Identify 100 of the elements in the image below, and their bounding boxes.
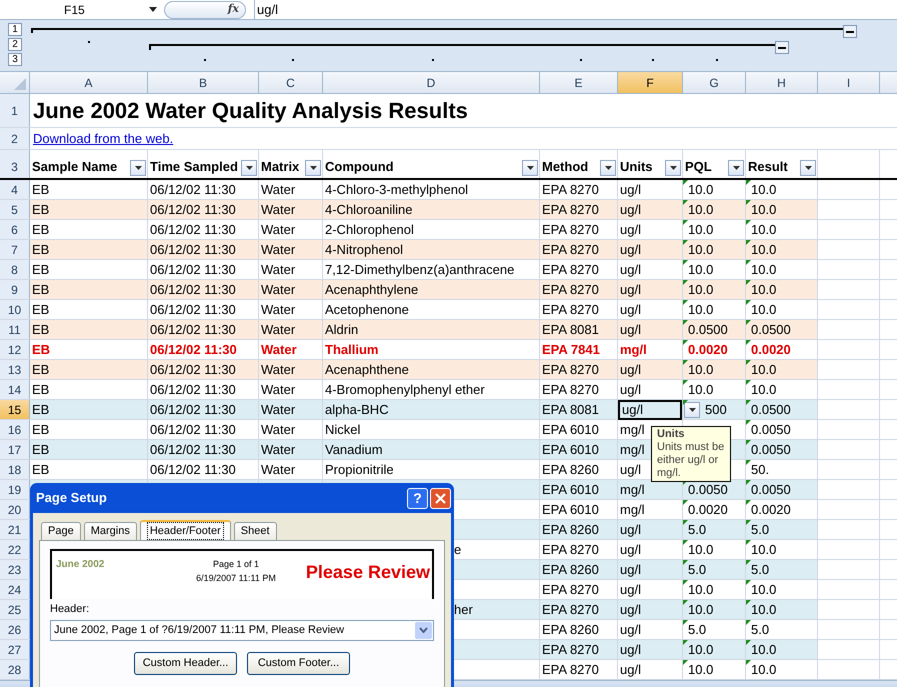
dialog-tab[interactable]: Header/Footer bbox=[140, 520, 231, 540]
row-header[interactable]: 1 bbox=[0, 94, 30, 127]
row-header[interactable]: 8 bbox=[0, 260, 30, 279]
table-cell-text: 10.0 bbox=[688, 201, 714, 220]
column-header[interactable]: F bbox=[618, 72, 683, 93]
outline-level-button[interactable]: 2 bbox=[8, 38, 22, 51]
row-header[interactable]: 26 bbox=[0, 620, 30, 639]
column-header[interactable]: A bbox=[30, 72, 148, 93]
row-header[interactable]: 7 bbox=[0, 240, 30, 259]
row-header[interactable]: 13 bbox=[0, 360, 30, 379]
formula-field[interactable]: ug/l bbox=[254, 0, 897, 19]
row-header[interactable]: 23 bbox=[0, 560, 30, 579]
table-cell-text: EPA 8270 bbox=[541, 541, 599, 560]
table-cell-text: EPA 8270 bbox=[541, 221, 599, 240]
filter-button[interactable] bbox=[600, 160, 616, 176]
row-header[interactable]: 22 bbox=[0, 540, 30, 559]
dialog-tab[interactable]: Page bbox=[41, 522, 81, 540]
table-cell-text: ug/l bbox=[619, 661, 641, 680]
column-title: Time Sampled bbox=[150, 158, 238, 176]
filter-button[interactable] bbox=[241, 160, 257, 176]
table-cell-text: 10.0 bbox=[751, 581, 776, 600]
row-header[interactable]: 3 bbox=[0, 150, 30, 178]
row-header[interactable]: 15 bbox=[0, 400, 30, 419]
table-cell-text: Thallium bbox=[324, 341, 378, 360]
table-cell-text: 0.0500 bbox=[751, 321, 791, 340]
row-header[interactable]: 9 bbox=[0, 280, 30, 299]
row-header[interactable]: 10 bbox=[0, 300, 30, 319]
table-cell-text: Water bbox=[260, 241, 296, 260]
name-box[interactable]: F15 bbox=[0, 0, 160, 19]
tooltip-title: Units bbox=[657, 428, 686, 441]
table-cell-text: EPA 8270 bbox=[541, 581, 599, 600]
row-header[interactable]: 4 bbox=[0, 180, 30, 199]
row-header[interactable]: 18 bbox=[0, 460, 30, 479]
download-link[interactable]: Download from the web. bbox=[33, 128, 174, 148]
table-cell-text: EPA 6010 bbox=[541, 441, 599, 460]
filter-button[interactable] bbox=[305, 160, 321, 176]
row-header[interactable]: 20 bbox=[0, 500, 30, 519]
row-header[interactable]: 19 bbox=[0, 480, 30, 499]
row-header[interactable]: 17 bbox=[0, 440, 30, 459]
row-header[interactable]: 5 bbox=[0, 200, 30, 219]
table-cell-text: Water bbox=[260, 221, 296, 240]
column-header[interactable]: B bbox=[148, 72, 259, 93]
table-cell-text: EPA 8270 bbox=[541, 661, 599, 680]
filter-button[interactable] bbox=[130, 160, 146, 176]
close-icon bbox=[435, 492, 446, 504]
table-cell-text: e bbox=[453, 541, 462, 560]
corner-icon bbox=[14, 78, 26, 90]
row-header[interactable]: 12 bbox=[0, 340, 30, 359]
filter-button[interactable] bbox=[728, 160, 744, 176]
column-header[interactable]: G bbox=[683, 72, 746, 93]
custom-button[interactable]: Custom Footer... bbox=[247, 652, 350, 674]
table-cell-text: 10.0 bbox=[688, 301, 714, 320]
table-cell-text: alpha-BHC bbox=[324, 401, 389, 420]
filter-button[interactable] bbox=[522, 160, 538, 176]
table-cell-text: 5.0 bbox=[688, 561, 706, 580]
dialog-tab[interactable]: Margins bbox=[84, 522, 137, 540]
row-header[interactable]: 14 bbox=[0, 380, 30, 399]
close-button[interactable] bbox=[430, 488, 451, 508]
table-cell-text: 06/12/02 11:30 bbox=[149, 381, 236, 400]
table-cell-text: 10.0 bbox=[688, 181, 714, 200]
table-cell-text: Acenaphthylene bbox=[324, 281, 418, 300]
collapse-button[interactable] bbox=[843, 25, 857, 38]
row-header[interactable]: 25 bbox=[0, 600, 30, 619]
header-dropdown[interactable]: June 2002, Page 1 of ?6/19/2007 11:11 PM, Please Review bbox=[50, 620, 434, 640]
table-cell-text: 0.0500 bbox=[688, 321, 728, 340]
filter-button[interactable] bbox=[800, 160, 816, 176]
help-button[interactable]: ? bbox=[407, 488, 428, 508]
tooltip-message: Units must be either ug/l or mg/l. bbox=[657, 441, 725, 480]
table-cell-text: ug/l bbox=[619, 561, 641, 580]
table-cell-text: 06/12/02 11:30 bbox=[149, 461, 236, 480]
row-header[interactable]: 2 bbox=[0, 128, 30, 149]
column-title: Units bbox=[620, 158, 652, 176]
dialog-tab[interactable]: Sheet bbox=[234, 522, 277, 540]
row-header[interactable]: 11 bbox=[0, 320, 30, 339]
table-cell-text: Water bbox=[260, 461, 296, 480]
outline-level-button[interactable]: 3 bbox=[8, 53, 22, 66]
table-cell-text: ug/l bbox=[619, 541, 641, 560]
table-cell-text: 10.0 bbox=[751, 241, 776, 260]
row-header[interactable]: 24 bbox=[0, 580, 30, 599]
table-cell-text: Water bbox=[260, 181, 296, 200]
row-header[interactable]: 6 bbox=[0, 220, 30, 239]
column-header[interactable]: H bbox=[746, 72, 818, 93]
outline-level-button[interactable]: 1 bbox=[8, 23, 22, 36]
row-header[interactable]: 16 bbox=[0, 420, 30, 439]
row-header[interactable]: 28 bbox=[0, 660, 30, 679]
preview-right-text: Please Review bbox=[306, 561, 430, 584]
row-header[interactable]: 27 bbox=[0, 640, 30, 659]
table-cell-text: EB bbox=[31, 301, 50, 320]
row-header[interactable]: 21 bbox=[0, 520, 30, 539]
collapse-button[interactable] bbox=[775, 41, 789, 54]
column-header[interactable]: C bbox=[259, 72, 323, 93]
column-header[interactable]: I bbox=[818, 72, 880, 93]
column-header[interactable]: D bbox=[323, 72, 540, 93]
validation-dropdown[interactable] bbox=[684, 402, 700, 418]
table-cell-text: 10.0 bbox=[688, 261, 714, 280]
custom-button[interactable]: Custom Header... bbox=[134, 652, 237, 674]
filter-button[interactable] bbox=[665, 160, 681, 176]
table-cell-text: EPA 8270 bbox=[541, 181, 599, 200]
insert-function-button[interactable]: fx bbox=[228, 1, 239, 18]
table-cell-text: 06/12/02 11:30 bbox=[149, 261, 236, 280]
